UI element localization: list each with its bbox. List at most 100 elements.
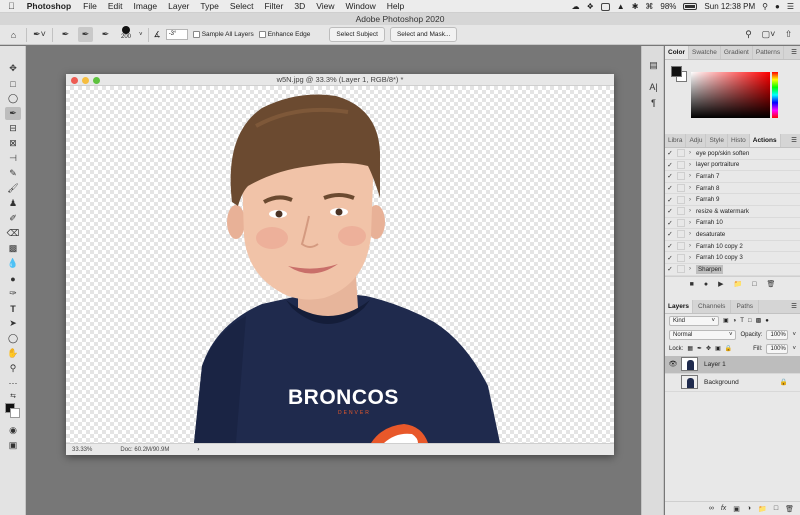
action-row[interactable]: ✓ › resize & watermark xyxy=(665,206,800,218)
action-row[interactable]: ✓ › eye pop/skin soften xyxy=(665,148,800,160)
clone-stamp-tool-icon[interactable]: ♟ xyxy=(5,197,21,210)
trash-icon[interactable]: 🗑 xyxy=(766,280,775,288)
dialog-toggle[interactable] xyxy=(677,242,685,251)
tab-libraries[interactable]: Libra xyxy=(665,134,687,147)
dialog-toggle[interactable] xyxy=(677,184,685,193)
menu-layer[interactable]: Layer xyxy=(168,1,189,11)
tab-paths[interactable]: Paths xyxy=(731,299,760,313)
tab-layers[interactable]: Layers xyxy=(665,299,693,313)
menu-view[interactable]: View xyxy=(316,1,334,11)
menu-file[interactable]: File xyxy=(83,1,97,11)
menu-3d[interactable]: 3D xyxy=(294,1,305,11)
check-icon[interactable]: ✓ xyxy=(665,265,675,273)
search-icon[interactable]: ⚲ xyxy=(741,27,756,42)
action-row[interactable]: ✓ › Farrah 10 copy 3 xyxy=(665,252,800,264)
dropbox-icon[interactable]: ❖ xyxy=(587,2,594,11)
dialog-toggle[interactable] xyxy=(677,172,685,181)
foreground-color-chip[interactable] xyxy=(671,66,682,77)
screen-mode-icon[interactable]: ▣ xyxy=(5,439,21,452)
menu-clock[interactable]: Sun 12:38 PM xyxy=(704,2,755,11)
check-icon[interactable]: ✓ xyxy=(665,254,675,262)
chevron-down-icon[interactable]: ˅ xyxy=(792,332,796,338)
action-row[interactable]: ✓ › Farrah 9 xyxy=(665,194,800,206)
chevron-right-icon[interactable]: › xyxy=(689,255,696,261)
fill-input[interactable]: 100% xyxy=(766,343,789,354)
zoom-tool-icon[interactable]: ⚲ xyxy=(5,362,21,375)
lock-icon[interactable]: 🔒 xyxy=(780,378,788,386)
layer-kind-filter[interactable]: Kind ˅ xyxy=(669,315,719,326)
stop-icon[interactable]: ■ xyxy=(690,281,694,288)
menu-app-name[interactable]: Photoshop xyxy=(27,1,71,11)
eraser-tool-icon[interactable]: ⌫ xyxy=(5,227,21,240)
dialog-toggle[interactable] xyxy=(677,253,685,262)
check-icon[interactable]: ✓ xyxy=(665,184,675,192)
chevron-down-icon[interactable]: ˅ xyxy=(792,346,796,352)
menu-window[interactable]: Window xyxy=(346,1,376,11)
minimize-window-button[interactable] xyxy=(82,77,89,84)
menu-select[interactable]: Select xyxy=(230,1,254,11)
panel-menu-icon[interactable]: ☰ xyxy=(791,46,800,59)
new-set-icon[interactable]: 📁 xyxy=(734,280,743,288)
brush-picker[interactable]: 200 xyxy=(118,26,134,43)
lock-position-icon[interactable]: ✥ xyxy=(706,345,711,352)
blend-mode-select[interactable]: Normal ˅ xyxy=(669,329,737,340)
tab-patterns[interactable]: Patterns xyxy=(753,46,785,59)
chevron-right-icon[interactable]: › xyxy=(689,197,696,203)
check-icon[interactable]: ✓ xyxy=(665,172,675,180)
dialog-toggle[interactable] xyxy=(677,230,685,239)
layer-row[interactable]: Background 🔒 xyxy=(665,374,800,392)
status-chevron-icon[interactable]: › xyxy=(197,447,199,453)
dialog-toggle[interactable] xyxy=(677,265,685,274)
move-tool-icon[interactable]: ✥ xyxy=(5,62,21,75)
select-and-mask-button[interactable]: Select and Mask... xyxy=(389,27,458,42)
chevron-right-icon[interactable]: › xyxy=(689,220,696,226)
dodge-tool-icon[interactable]: ● xyxy=(5,272,21,285)
history-brush-tool-icon[interactable]: ✐ xyxy=(5,212,21,225)
filter-adjustment-icon[interactable]: ◑ xyxy=(733,318,737,324)
shape-tool-icon[interactable]: ◯ xyxy=(5,332,21,345)
trash-icon[interactable]: 🗑 xyxy=(785,505,794,513)
lasso-tool-icon[interactable]: ◯ xyxy=(5,92,21,105)
menu-type[interactable]: Type xyxy=(200,1,218,11)
chevron-right-icon[interactable]: › xyxy=(689,243,696,249)
workspace-icon[interactable]: ▢˅ xyxy=(761,27,776,42)
chevron-right-icon[interactable]: › xyxy=(689,173,696,179)
background-color-swatch[interactable] xyxy=(10,408,20,418)
check-icon[interactable]: ✓ xyxy=(665,219,675,227)
canvas[interactable]: BRONCOS DENVER xyxy=(66,86,614,443)
new-group-icon[interactable]: 📁 xyxy=(758,505,767,513)
layer-style-icon[interactable]: fx xyxy=(721,505,726,512)
zoom-window-button[interactable] xyxy=(93,77,100,84)
marquee-tool-icon[interactable]: □ xyxy=(5,77,21,90)
tab-channels[interactable]: Channels xyxy=(693,299,732,313)
check-icon[interactable]: ✓ xyxy=(665,161,675,169)
control-center-icon[interactable]: ☰ xyxy=(787,2,794,11)
dialog-toggle[interactable] xyxy=(677,160,685,169)
color-field[interactable] xyxy=(691,72,770,118)
character-panel-icon[interactable]: A| xyxy=(647,82,660,94)
adjustment-layer-icon[interactable]: ◑ xyxy=(747,505,751,512)
blur-tool-icon[interactable]: 💧 xyxy=(5,257,21,270)
new-selection-icon[interactable]: ✒ xyxy=(58,27,73,42)
frame-tool-icon[interactable]: ⊠ xyxy=(5,137,21,150)
chevron-right-icon[interactable]: › xyxy=(689,162,696,168)
opacity-input[interactable]: 100% xyxy=(766,329,789,340)
menu-edit[interactable]: Edit xyxy=(108,1,123,11)
new-layer-icon[interactable]: □ xyxy=(774,505,778,512)
chevron-right-icon[interactable]: › xyxy=(689,266,696,272)
close-window-button[interactable] xyxy=(71,77,78,84)
layer-row-selected[interactable]: 👁 Layer 1 xyxy=(665,355,800,374)
dialog-toggle[interactable] xyxy=(677,149,685,158)
crop-tool-icon[interactable]: ⊟ xyxy=(5,122,21,135)
brush-tool-icon[interactable]: 🖌 xyxy=(5,182,21,195)
cloud-icon[interactable]: ☁ xyxy=(572,2,580,11)
enhance-edge-checkbox[interactable]: Enhance Edge xyxy=(258,31,310,38)
action-row[interactable]: ✓ › Farrah 8 xyxy=(665,183,800,195)
hand-tool-icon[interactable]: ✋ xyxy=(5,347,21,360)
user-avatar-icon[interactable]: ● xyxy=(775,2,780,11)
share-icon[interactable]: ⇧ xyxy=(781,27,796,42)
tab-history[interactable]: Histo xyxy=(728,134,750,147)
chevron-right-icon[interactable]: › xyxy=(689,185,696,191)
airplay-icon[interactable]: ▲ xyxy=(617,2,625,11)
lock-paint-icon[interactable]: ✒ xyxy=(697,345,702,352)
